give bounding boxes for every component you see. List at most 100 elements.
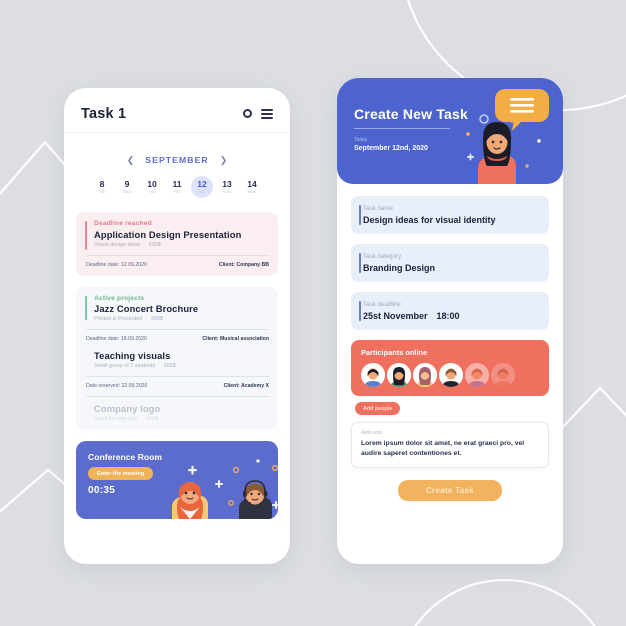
calendar-day[interactable]: 11 FRI xyxy=(166,176,188,198)
card-title: Teaching visuals xyxy=(94,350,171,361)
card-subtitle-text: Small group of 7 students xyxy=(94,363,156,369)
enter-meeting-button[interactable]: Enter the meeting xyxy=(88,467,154,480)
calendar-month-nav: ❮ SEPTEMBER ❯ xyxy=(64,155,290,165)
conference-timer: 00:35 xyxy=(88,485,116,496)
card-price: 600$ xyxy=(148,241,161,248)
task-sub-item[interactable]: Teaching visuals Small group of 7 studen… xyxy=(86,350,269,369)
today-label: Today xyxy=(354,137,368,143)
card-subtitle: Small group of 7 students 150$ xyxy=(94,363,269,369)
calendar-day[interactable]: 9 WED xyxy=(116,176,138,198)
task-category-field[interactable]: Task category Branding Design xyxy=(351,244,549,282)
avatar[interactable] xyxy=(361,363,385,387)
card-subtitle: Printed & Presented 300$ xyxy=(94,316,269,322)
field-value: 25st November 18:00 xyxy=(363,311,539,321)
conference-title: Conference Room xyxy=(88,452,163,462)
calendar-day[interactable]: 10 THU xyxy=(141,176,163,198)
header-illustration xyxy=(466,89,549,184)
calendar-day-label: WED xyxy=(122,190,132,195)
calendar-day-label: TUE xyxy=(98,190,106,195)
card-meta-client: Client: Company BB xyxy=(218,261,269,268)
avatar[interactable] xyxy=(387,363,411,387)
create-task-button[interactable]: Create Task xyxy=(398,480,502,502)
card-price: 400$ xyxy=(146,416,159,422)
task-card-list: Deadline reached Application Design Pres… xyxy=(64,198,290,430)
calendar-day[interactable]: 8 TUE xyxy=(91,176,113,198)
avatar[interactable] xyxy=(465,363,489,387)
create-task-title: Create New Task xyxy=(354,106,469,122)
hamburger-menu-icon[interactable] xyxy=(261,109,273,119)
card-meta-client: Client: Musical association xyxy=(202,336,269,342)
avatar[interactable] xyxy=(439,363,463,387)
calendar-day-number: 8 xyxy=(99,178,105,189)
field-accent-bar xyxy=(359,205,361,225)
field-accent-bar xyxy=(359,301,361,321)
create-task-header: Create New Task Today September 12nd, 20… xyxy=(337,78,563,184)
avatar[interactable] xyxy=(413,363,437,387)
card-price: 150$ xyxy=(163,363,176,369)
current-date: September 12nd, 2020 xyxy=(354,145,428,152)
card-title: Company logo xyxy=(94,403,161,414)
task-sub-item-faded[interactable]: Company logo Ideas for new logo 400$ xyxy=(86,403,269,422)
card-meta-date: Deadline date: 12.09.2020 xyxy=(86,261,147,268)
field-value: Branding Design xyxy=(363,263,436,273)
calendar-day[interactable]: 14 MON xyxy=(241,176,263,198)
field-label: Task deadline xyxy=(363,301,401,308)
card-divider xyxy=(86,396,269,397)
calendar-day-label: SAT xyxy=(198,190,206,195)
card-accent-bar xyxy=(85,295,87,320)
task-card-group[interactable]: Active projects Jazz Concert Brochure Pr… xyxy=(76,286,278,430)
calendar-day-selected[interactable]: 12 SAT xyxy=(191,176,213,198)
card-meta-row: Date reserved: 22.09.2020 Client: Academ… xyxy=(86,376,269,389)
left-phone-header: Task 1 xyxy=(64,88,290,133)
participants-panel: Participants online xyxy=(351,340,549,396)
task-name-field[interactable]: Task name Design ideas for visual identi… xyxy=(351,196,549,234)
chevron-left-icon[interactable]: ❮ xyxy=(127,155,135,165)
left-phone-screen: Task 1 ❮ SEPTEMBER ❯ 8 TUE 9 WED 10 THU … xyxy=(64,88,290,564)
card-subtitle: Visual design ideas 600$ xyxy=(94,242,269,248)
calendar-day-strip: 8 TUE 9 WED 10 THU 11 FRI 12 SAT 13 SUN … xyxy=(64,176,290,198)
field-value: Design ideas for visual identity xyxy=(363,215,496,225)
card-title: Jazz Concert Brochure xyxy=(94,303,199,314)
calendar-day[interactable]: 13 SUN xyxy=(216,176,238,198)
participants-avatar-list xyxy=(361,363,549,387)
calendar-day-label: FRI xyxy=(173,190,181,195)
card-subtitle-text: Printed & Presented xyxy=(94,316,143,322)
calendar-day-number: 10 xyxy=(147,178,157,189)
calendar-day-number: 14 xyxy=(247,178,257,189)
note-value: Lorem ipsum dolor sit amet, ne erat grae… xyxy=(361,440,525,458)
calendar-day-label: THU xyxy=(148,190,156,195)
card-price: 300$ xyxy=(150,316,163,322)
calendar-day-number: 13 xyxy=(222,178,232,189)
card-status-tag: Active projects xyxy=(94,294,145,302)
card-status-tag: Deadline reached xyxy=(94,220,152,227)
card-meta-row: Deadline date: 12.09.2020 Client: Compan… xyxy=(86,254,269,268)
avatar[interactable] xyxy=(491,363,515,387)
participants-title: Participants online xyxy=(361,348,428,357)
card-subtitle: Ideas for new logo 400$ xyxy=(94,416,269,422)
field-accent-bar xyxy=(359,253,361,273)
deadline-date: 25st November xyxy=(363,311,428,321)
note-label: Add note xyxy=(361,430,383,436)
calendar-day-number: 12 xyxy=(197,178,207,189)
circle-deco xyxy=(479,114,489,124)
page-title: Task 1 xyxy=(81,106,127,122)
card-meta-date: Deadline date: 18.09.2020 xyxy=(86,336,147,342)
add-note-field[interactable]: Add note Lorem ipsum dolor sit amet, ne … xyxy=(351,422,549,469)
create-task-form: Task name Design ideas for visual identi… xyxy=(337,184,563,330)
circle-ring-icon[interactable] xyxy=(243,109,252,119)
deadline-time: 18:00 xyxy=(436,311,460,321)
field-label: Task category xyxy=(363,253,402,260)
field-label: Task name xyxy=(363,205,393,212)
task-deadline-field[interactable]: Task deadline 25st November 18:00 xyxy=(351,292,549,330)
card-accent-bar xyxy=(85,221,87,250)
calendar-day-label: MON xyxy=(247,190,257,195)
chevron-right-icon[interactable]: ❯ xyxy=(220,155,228,165)
calendar-day-number: 9 xyxy=(124,178,130,189)
conference-room-card[interactable]: Conference Room Enter the meeting 00:35 xyxy=(76,441,278,519)
card-meta-date: Date reserved: 22.09.2020 xyxy=(86,383,148,389)
card-meta-row: Deadline date: 18.09.2020 Client: Musica… xyxy=(86,329,269,342)
header-icon-group xyxy=(243,109,273,119)
add-people-button[interactable]: Add people xyxy=(355,402,401,415)
task-card[interactable]: Deadline reached Application Design Pres… xyxy=(76,212,278,276)
card-title: Application Design Presentation xyxy=(94,228,242,240)
